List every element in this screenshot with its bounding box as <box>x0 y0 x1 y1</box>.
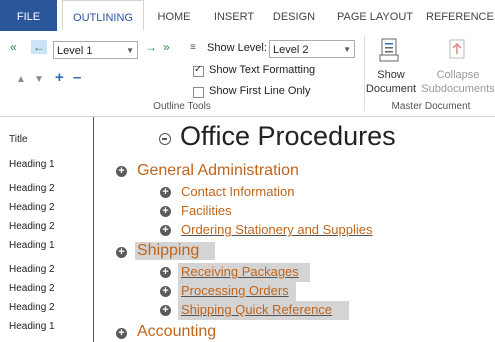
ribbon: « ← Level 1 ▼ → » ▲ ▼ + – ≡ Show Level: … <box>0 31 495 117</box>
master-document-group-label: Master Document <box>391 101 471 112</box>
tab-references[interactable]: REFERENCES <box>426 0 495 31</box>
chevron-down-icon: ▼ <box>343 45 351 54</box>
style-name: Title <box>9 134 28 145</box>
heading2-line[interactable]: Contact Information <box>181 184 294 199</box>
move-down-icon[interactable]: ▼ <box>34 73 44 87</box>
promote-to-heading1-icon[interactable]: « <box>10 40 17 54</box>
expand-plus-icon[interactable]: + <box>160 225 171 236</box>
style-name: Heading 1 <box>9 159 55 170</box>
expand-plus-icon[interactable]: + <box>116 166 127 177</box>
show-text-formatting-checkbox[interactable] <box>193 64 204 77</box>
show-document-label-1: Show <box>377 69 405 81</box>
show-document-button[interactable]: Show Document <box>364 68 418 96</box>
style-name: Heading 2 <box>9 283 55 294</box>
promote-icon[interactable]: ← <box>31 40 47 54</box>
expand-plus-icon[interactable]: + <box>116 328 127 339</box>
show-document-label-2: Document <box>365 83 417 95</box>
collapse-subdocuments-button[interactable]: Collapse Subdocuments <box>418 68 495 96</box>
style-name: Heading 1 <box>9 240 55 251</box>
chevron-down-icon: ▼ <box>126 46 134 55</box>
style-name: Heading 2 <box>9 183 55 194</box>
style-name: Heading 2 <box>9 202 55 213</box>
style-name: Heading 1 <box>9 321 55 332</box>
move-up-icon[interactable]: ▲ <box>16 73 26 87</box>
tab-outlining[interactable]: OUTLINING <box>62 0 144 31</box>
style-name: Heading 2 <box>9 302 55 313</box>
tab-page-layout[interactable]: PAGE LAYOUT <box>332 0 418 31</box>
heading1-line[interactable]: Accounting <box>137 323 216 341</box>
heading2-line[interactable]: Facilities <box>181 203 232 218</box>
heading2-line-selected[interactable]: Shipping Quick Reference <box>181 302 332 317</box>
heading2-line-selected[interactable]: Receiving Packages <box>181 264 299 279</box>
show-first-line-only-label: Show First Line Only <box>209 85 311 97</box>
expand-plus-icon[interactable]: + <box>116 247 127 258</box>
heading1-line-selected[interactable]: Shipping <box>135 242 215 260</box>
collapse-icon[interactable]: – <box>73 70 81 85</box>
tab-insert[interactable]: INSERT <box>208 0 260 31</box>
expand-icon[interactable]: + <box>55 70 64 85</box>
demote-to-body-text-icon[interactable]: » <box>163 40 170 54</box>
ribbon-tab-bar: FILE OUTLINING HOME INSERT DESIGN PAGE L… <box>0 0 495 32</box>
expand-plus-icon[interactable]: + <box>160 267 171 278</box>
expand-plus-icon[interactable]: + <box>160 206 171 217</box>
tab-home[interactable]: HOME <box>150 0 198 31</box>
tab-design[interactable]: DESIGN <box>268 0 320 31</box>
expand-plus-icon[interactable]: + <box>160 286 171 297</box>
outline-level-value: Level 1 <box>57 45 93 57</box>
collapse-subdocuments-icon[interactable] <box>447 38 469 63</box>
tab-file[interactable]: FILE <box>0 0 57 31</box>
show-level-value: Level 2 <box>273 44 309 56</box>
outline-level-combo[interactable]: Level 1 ▼ <box>53 41 138 59</box>
heading1-line[interactable]: General Administration <box>137 162 299 180</box>
expand-plus-icon[interactable]: + <box>160 187 171 198</box>
style-name: Heading 2 <box>9 264 55 275</box>
show-level-combo[interactable]: Level 2 ▼ <box>269 40 355 58</box>
show-first-line-only-checkbox[interactable] <box>193 87 204 98</box>
show-document-icon[interactable] <box>379 38 401 63</box>
heading2-line-selected[interactable]: Processing Orders <box>181 283 289 298</box>
title-text[interactable]: Office Procedures <box>180 121 396 152</box>
collapse-subdocuments-label-1: Collapse <box>436 69 480 81</box>
outline-tools-group-label: Outline Tools <box>153 101 211 112</box>
demote-icon[interactable]: → <box>145 40 157 54</box>
style-name: Heading 2 <box>9 221 55 232</box>
expand-plus-icon[interactable]: + <box>160 305 171 316</box>
collapse-subdocuments-label-2: Subdocuments <box>421 83 495 95</box>
show-level-icon: ≡ <box>190 42 196 53</box>
collapse-minus-icon[interactable] <box>159 133 171 145</box>
show-level-label: Show Level: <box>207 42 267 54</box>
heading2-line[interactable]: Ordering Stationery and Supplies <box>181 222 373 237</box>
show-text-formatting-label: Show Text Formatting <box>209 64 316 76</box>
style-area: Title Heading 1 Heading 2 Heading 2 Head… <box>0 117 94 342</box>
